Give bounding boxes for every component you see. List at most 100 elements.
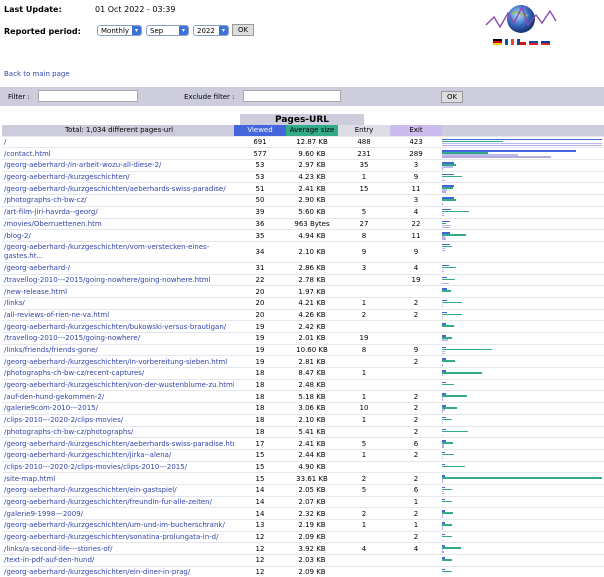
page-url-link[interactable]: /text-in-pdf-auf-den-hund/ [2,554,234,567]
average-size-cell: 4.21 KB [286,296,338,310]
page-url-link[interactable]: /links/ [2,296,234,310]
filter-input[interactable] [38,90,138,102]
average-size-cell: 2.19 KB [286,519,338,532]
fr-flag-icon[interactable] [505,39,514,45]
average-size-bar [442,465,465,468]
page-url-link[interactable]: /photographs-ch-bw-cz/recent-captures/ [2,367,234,380]
month-select[interactable]: Sep ▾ [146,25,189,36]
viewed-cell: 12 [234,554,286,567]
page-url-link[interactable]: /galerie9-1998---2009/ [2,507,234,520]
exit-cell: 9 [390,343,442,356]
page-url-link[interactable]: /georg-aeberhard-/kurzgeschichten/ein-ga… [2,483,234,497]
page-url-link[interactable]: /clips-2010---2020-2/clips-movies/ [2,413,234,426]
back-to-main-link[interactable]: Back to main page [4,70,70,78]
exit-bar [442,144,602,147]
page-url-link[interactable]: / [2,135,234,148]
last-update-label: Last Update: [4,5,62,14]
viewed-cell: 15 [234,448,286,462]
bar-graph-cell [442,355,604,368]
table-row: /movies/Oberruettenen.htm 36 963 Bytes 27 22 [2,217,604,230]
average-size-bar [442,175,462,178]
exit-bar [442,352,445,355]
page-url-link[interactable]: /site-map.html [2,472,234,485]
period-type-select[interactable]: Monthly ▾ [97,25,142,36]
page-url-link[interactable]: /georg-aeberhard-/kurzgeschichten/sonati… [2,530,234,543]
page-url-link[interactable]: /blog-2/ [2,229,234,242]
page-url-link[interactable]: /links/friends/friends-gone/ [2,343,234,356]
page-url-link[interactable]: /contact.html [2,147,234,160]
page-url-link[interactable]: /georg-aeberhard-/kurzgeschichten/ein-di… [2,565,234,577]
year-select[interactable]: 2022 ▾ [193,25,229,36]
viewed-cell: 34 [234,240,286,263]
average-size-cell: 2.03 KB [286,554,338,567]
viewed-header: Viewed [234,125,286,137]
average-size-bar [442,301,462,304]
page-url-link[interactable]: /georg-aeberhard-/ [2,261,234,275]
exit-cell: 2 [390,425,442,438]
sk-flag-icon[interactable] [529,39,538,45]
de-flag-icon[interactable] [493,39,502,45]
page-url-link[interactable]: /georg-aeberhard-/kurzgeschichten/in-vor… [2,355,234,368]
exit-bar [442,168,443,170]
page-url-link[interactable]: /georg-aeberhard-/kurzgeschichten/von-de… [2,378,234,391]
filter-ok-button[interactable]: OK [441,91,463,103]
page-url-link[interactable]: /galerie9com-2010---2015/ [2,402,234,415]
viewed-cell: 17 [234,437,286,450]
page-url-link[interactable]: /movies/Oberruettenen.htm [2,217,234,230]
exit-bar [442,282,449,285]
page-url-link[interactable]: /georg-aeberhard-/kurzgeschichten/um-und… [2,519,234,532]
page-url-link[interactable]: /photographs-ch-bw-cz/photographs/ [2,425,234,438]
average-size-bar [442,199,456,201]
exit-cell: 2 [390,530,442,543]
total-label: Total: 1,034 different pages-url [2,125,234,137]
page-url-link[interactable]: /georg-aeberhard-/kurzgeschichten/aeberh… [2,182,234,195]
exit-bar [442,191,446,193]
exit-cell: 2 [390,448,442,462]
bar-graph-cell [442,542,604,555]
entry-cell: 8 [338,343,390,356]
entry-cell [338,194,390,207]
exit-cell: 3 [390,159,442,172]
page-url-link[interactable]: /travellog-2010---2015/going-nowhere/ [2,332,234,345]
average-size-bar [442,395,467,397]
page-url-link[interactable]: /new-release.html [2,285,234,298]
exit-bar [442,305,443,308]
viewed-cell: 35 [234,229,286,242]
average-size-cell: 4.90 KB [286,460,338,473]
exit-bar [442,528,443,530]
language-flags [493,39,550,46]
page-url-link[interactable]: /georg-aeberhard-/kurzgeschichten/ [2,170,234,183]
page-url-link[interactable]: /art-film-jiri-havrda--georg/ [2,205,234,218]
average-size-bar [442,360,455,362]
page-url-link[interactable]: /georg-aeberhard-/kurzgeschichten/freund… [2,495,234,508]
viewed-cell: 18 [234,367,286,380]
entry-cell [338,355,390,368]
page-url-link[interactable]: /photographs-ch-bw-cz/ [2,194,234,207]
bar-graph-cell [442,332,604,345]
page-url-link[interactable]: /clips-2010---2020-2/clips-movies/clips-… [2,460,234,473]
exit-bar [442,422,443,425]
page-url-link[interactable]: /auf-den-hund-gekommen-2/ [2,390,234,403]
entry-cell: 8 [338,229,390,242]
period-ok-button[interactable]: OK [232,24,254,36]
table-row: /new-release.html 20 1.97 KB [2,285,604,298]
page-url-link[interactable]: /georg-aeberhard-/in-arbeit-wozu-all-die… [2,159,234,172]
cz-flag-icon[interactable] [517,39,526,45]
page-url-link[interactable]: /links/a-second-life---stories-of/ [2,542,234,555]
average-size-cell: 3.92 KB [286,542,338,555]
table-row: /art-film-jiri-havrda--georg/39 5.60 KB 5 4 [2,205,604,218]
exit-cell: 9 [390,240,442,263]
table-row: /galerie9com-2010---2015/18 3.06 KB 10 2 [2,402,604,415]
entry-cell: 9 [338,240,390,263]
exit-cell: 2 [390,507,442,520]
entry-cell: 488 [338,135,390,148]
page-url-link[interactable]: /georg-aeberhard-/kurzgeschichten/jirka-… [2,448,234,462]
page-url-link[interactable]: /all-reviews-of-rien-ne-va.html [2,308,234,321]
exclude-filter-input[interactable] [243,90,341,102]
entry-cell: 4 [338,542,390,555]
page-url-link[interactable]: /georg-aeberhard-/kurzgeschichten/aeberh… [2,437,234,450]
page-url-link[interactable]: /travellog-2010---2015/going-nowhere/goi… [2,273,234,286]
page-url-link[interactable]: /georg-aeberhard-/kurzgeschichten/bukows… [2,320,234,333]
page-url-link[interactable]: /georg-aeberhard-/kurzgeschichten/vom-ve… [2,240,234,263]
ru-flag-icon[interactable] [541,39,550,45]
